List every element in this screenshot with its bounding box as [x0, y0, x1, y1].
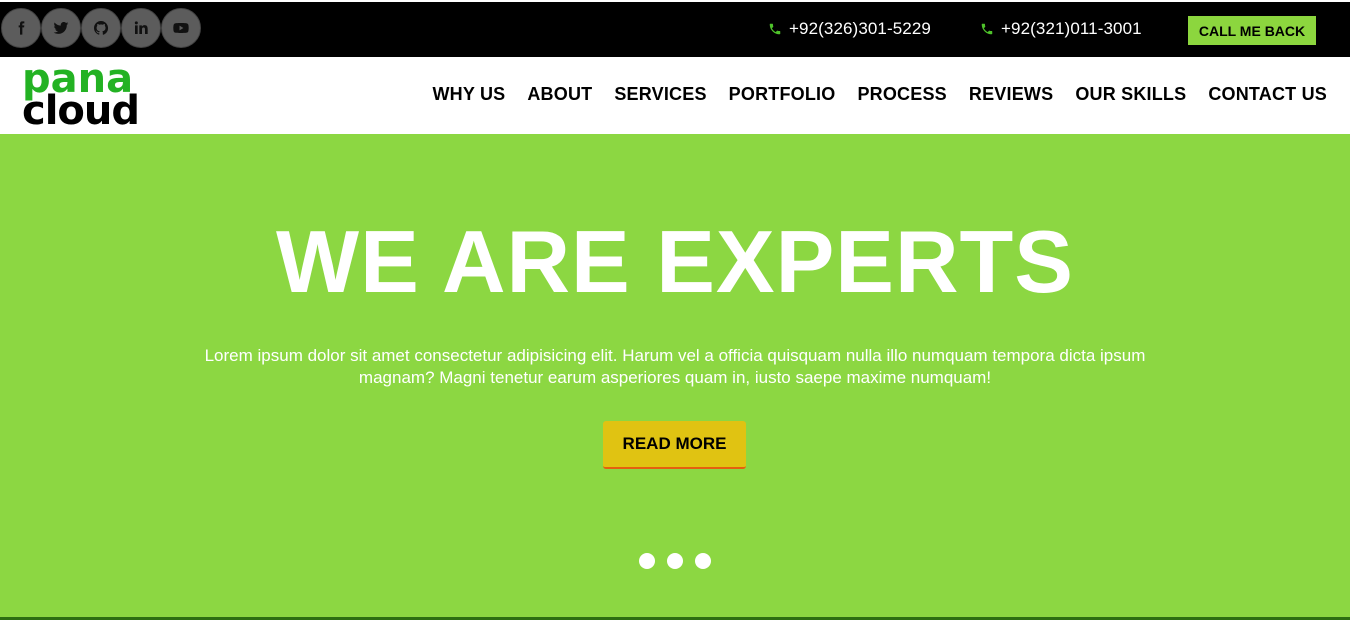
- github-icon: [94, 21, 109, 35]
- logo-bottom-text: cloud: [22, 88, 140, 134]
- carousel-dot-3[interactable]: [695, 553, 711, 569]
- nav-item-process[interactable]: PROCESS: [857, 84, 946, 105]
- carousel-dot-1[interactable]: [639, 553, 655, 569]
- site-header: pana cloud WHY US ABOUT SERVICES PORTFOL…: [0, 57, 1350, 134]
- twitter-icon: [53, 22, 69, 34]
- hero-title: WE ARE EXPERTS: [276, 212, 1074, 311]
- main-nav: WHY US ABOUT SERVICES PORTFOLIO PROCESS …: [432, 84, 1327, 105]
- linkedin-button[interactable]: [121, 8, 161, 48]
- call-me-back-button[interactable]: CALL ME BACK: [1188, 16, 1316, 45]
- twitter-button[interactable]: [41, 8, 81, 48]
- phone-number-1-text: +92(326)301-5229: [789, 19, 931, 38]
- hero-section: WE ARE EXPERTS Lorem ipsum dolor sit ame…: [0, 134, 1350, 620]
- linkedin-icon: [134, 21, 148, 34]
- nav-item-why-us[interactable]: WHY US: [432, 84, 505, 105]
- phone-icon: [769, 23, 781, 35]
- logo[interactable]: pana cloud: [22, 59, 156, 134]
- carousel-dot-2[interactable]: [667, 553, 683, 569]
- nav-item-reviews[interactable]: REVIEWS: [969, 84, 1053, 105]
- facebook-icon: [18, 21, 25, 35]
- nav-item-portfolio[interactable]: PORTFOLIO: [729, 84, 836, 105]
- nav-item-services[interactable]: SERVICES: [614, 84, 706, 105]
- github-button[interactable]: [81, 8, 121, 48]
- facebook-button[interactable]: [1, 8, 41, 48]
- phone-number-1[interactable]: +92(326)301-5229: [768, 19, 931, 39]
- page: +92(326)301-5229 +92(321)011-3001 CALL M…: [0, 0, 1350, 622]
- carousel-indicators: [639, 553, 711, 569]
- social-links: [1, 8, 201, 48]
- youtube-icon: [173, 23, 189, 33]
- nav-item-contact-us[interactable]: CONTACT US: [1208, 84, 1327, 105]
- youtube-button[interactable]: [161, 8, 201, 48]
- phone-number-2-text: +92(321)011-3001: [1001, 19, 1142, 38]
- phone-number-2[interactable]: +92(321)011-3001: [980, 19, 1142, 39]
- nav-item-about[interactable]: ABOUT: [527, 84, 592, 105]
- read-more-button[interactable]: READ MORE: [603, 421, 746, 469]
- phone-icon: [981, 23, 993, 35]
- top-bar: +92(326)301-5229 +92(321)011-3001 CALL M…: [0, 2, 1350, 57]
- hero-description: Lorem ipsum dolor sit amet consectetur a…: [204, 346, 1146, 387]
- nav-item-our-skills[interactable]: OUR SKILLS: [1075, 84, 1186, 105]
